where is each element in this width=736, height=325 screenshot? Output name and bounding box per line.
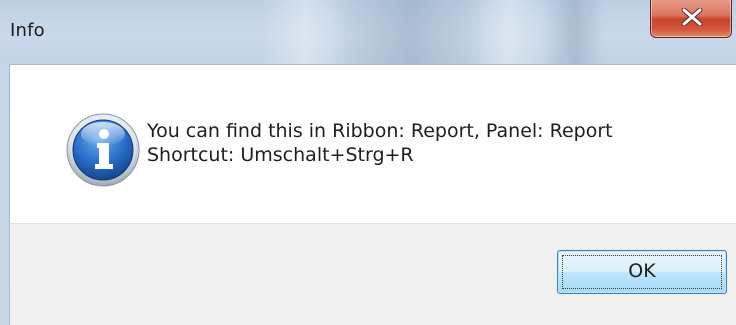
button-bar: OK [10,223,736,325]
message-line-location: You can find this in Ribbon: Report, Pan… [147,120,613,142]
glass-shadow [330,0,490,64]
info-icon [66,113,140,187]
window-frame-edge [0,64,9,325]
ok-button-label: OK [628,260,656,282]
close-button[interactable] [650,0,732,38]
close-icon [681,8,703,26]
window-title: Info [10,20,45,41]
glass-shadow [545,0,605,64]
message-line-shortcut: Shortcut: Umschalt+Strg+R [147,144,414,166]
message-text: You can find this in Ribbon: Report, Pan… [147,119,613,167]
info-dialog-window: Info You can find this in Ribbon: Report… [0,0,736,325]
dialog-content: You can find this in Ribbon: Report, Pan… [9,64,736,325]
title-bar[interactable]: Info [0,0,736,64]
ok-button[interactable]: OK [557,250,727,294]
glass-highlight [470,0,550,64]
